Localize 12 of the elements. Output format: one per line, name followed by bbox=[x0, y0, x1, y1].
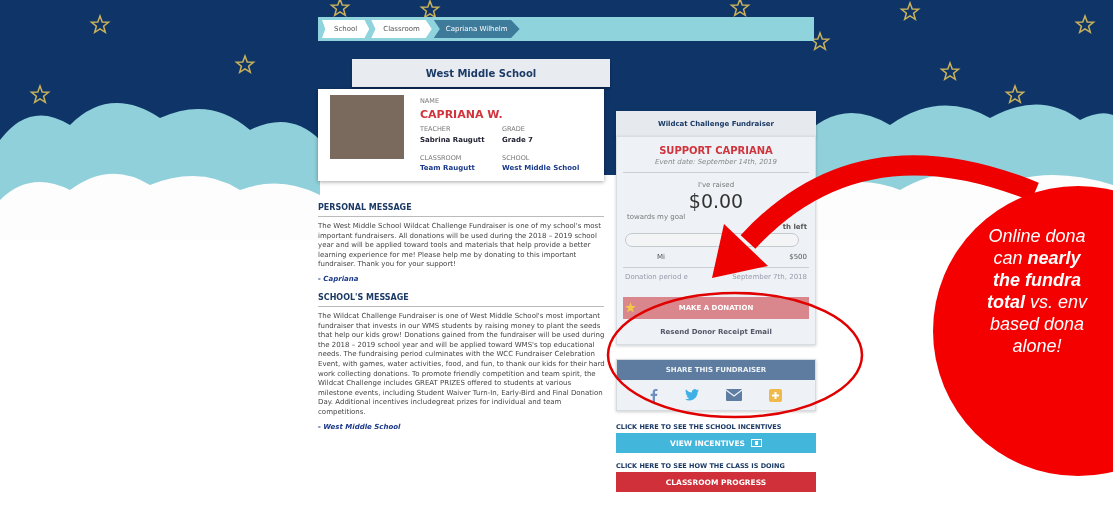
student-name: CAPRIANA W. bbox=[420, 107, 504, 123]
facebook-icon[interactable] bbox=[650, 388, 659, 402]
gift-card-icon bbox=[750, 439, 762, 447]
section-heading: PERSONAL MESSAGE bbox=[318, 203, 604, 217]
callout-text: Online dona can nearly the fundra total vs. env based dona alone! bbox=[986, 225, 1089, 357]
raised-amount: $0.00 bbox=[687, 190, 745, 212]
envelope-icon[interactable] bbox=[725, 389, 742, 401]
section-heading: SCHOOL'S MESSAGE bbox=[318, 292, 604, 307]
support-title: SUPPORT CAPRIANA bbox=[658, 145, 774, 156]
bird-icon[interactable] bbox=[685, 389, 700, 401]
star-icon bbox=[625, 302, 636, 313]
school-banner: West Middle School bbox=[352, 59, 610, 87]
